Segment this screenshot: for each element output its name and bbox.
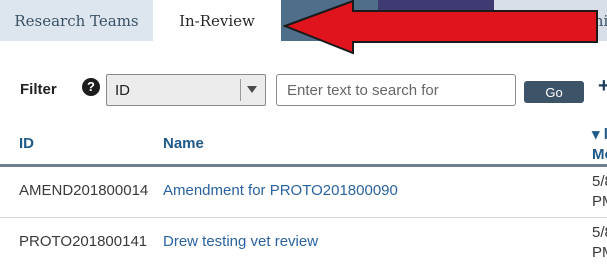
tab-in-review[interactable]: In-Review (153, 0, 281, 41)
column-header-id[interactable]: ID (19, 135, 34, 152)
column-header-modified[interactable]: ▾ l Mo (592, 125, 607, 165)
row-date: 5/8 PM (592, 223, 607, 263)
help-icon[interactable]: ? (82, 78, 100, 96)
row-date-line1: 5/8 (592, 224, 607, 241)
column-header-name[interactable]: Name (163, 135, 204, 152)
filter-label: Filter (20, 81, 57, 98)
column-header-modified-line2: Mo (592, 146, 607, 163)
red-arrow-annotation (283, 0, 598, 55)
chevron-down-icon (247, 86, 257, 93)
tab-research-teams[interactable]: Research Teams (0, 0, 153, 41)
table-row: PROTO201800141 Drew testing vet review 5… (0, 217, 607, 268)
search-input[interactable] (276, 74, 516, 106)
row-id: AMEND201800014 (19, 182, 149, 199)
add-filter-icon[interactable]: + (598, 75, 607, 98)
row-date: 5/8 PM (592, 172, 607, 212)
row-date-line1: 5/8 (592, 173, 607, 190)
column-header-modified-line1: ▾ l (592, 126, 607, 143)
filter-select-value: ID (115, 82, 130, 99)
select-divider (240, 79, 241, 101)
tab-research-teams-label: Research Teams (14, 11, 139, 30)
row-date-line2: PM (592, 193, 607, 210)
table-row: AMEND201800014 Amendment for PROTO201800… (0, 167, 607, 217)
row-date-line2: PM (592, 244, 607, 261)
tab-in-review-label: In-Review (179, 11, 255, 30)
filter-field-select[interactable]: ID (106, 74, 266, 106)
go-button[interactable]: Go (524, 81, 584, 103)
row-name-link[interactable]: Amendment for PROTO201800090 (163, 182, 398, 199)
row-name-link[interactable]: Drew testing vet review (163, 233, 318, 250)
row-id: PROTO201800141 (19, 233, 148, 250)
